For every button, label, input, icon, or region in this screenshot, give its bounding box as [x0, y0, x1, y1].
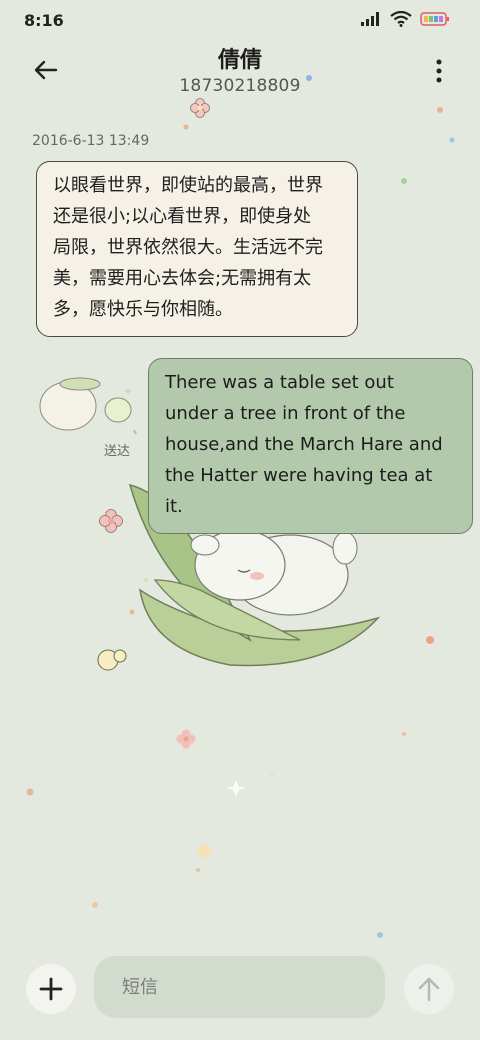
delivery-status: 送达 [104, 444, 131, 459]
outgoing-message-bubble[interactable]: There was a table set out under a tree i… [148, 358, 473, 534]
plus-icon [39, 977, 63, 1001]
composer-bar [0, 950, 480, 1030]
sms-input[interactable] [94, 956, 385, 1018]
status-time: 8:16 [24, 11, 64, 30]
more-vertical-icon [436, 59, 442, 83]
more-options-button[interactable] [434, 58, 444, 84]
outgoing-message-text: There was a table set out under a tree i… [165, 372, 443, 517]
arrow-up-icon [418, 977, 440, 1002]
wifi-icon [390, 10, 412, 31]
conversation-header: 倩倩 18730218809 [0, 40, 480, 102]
send-button[interactable] [404, 964, 454, 1014]
status-icons [360, 10, 450, 31]
status-bar: 8:16 [0, 0, 480, 40]
battery-icon [420, 11, 450, 31]
flower-pod-doodle [39, 377, 137, 435]
message-timestamp: 2016-6-13 13:49 [32, 133, 150, 149]
contact-name: 倩倩 [217, 48, 262, 73]
incoming-message-bubble[interactable]: 以眼看世界，即使站的最高，世界 还是很小;以心看世界，即使身处 局限，世界依然很… [36, 161, 358, 337]
incoming-message-text: 以眼看世界，即使站的最高，世界 还是很小;以心看世界，即使身处 局限，世界依然很… [53, 175, 323, 320]
signal-icon [360, 11, 382, 31]
contact-number: 18730218809 [179, 76, 301, 96]
add-attachment-button[interactable] [26, 964, 76, 1014]
